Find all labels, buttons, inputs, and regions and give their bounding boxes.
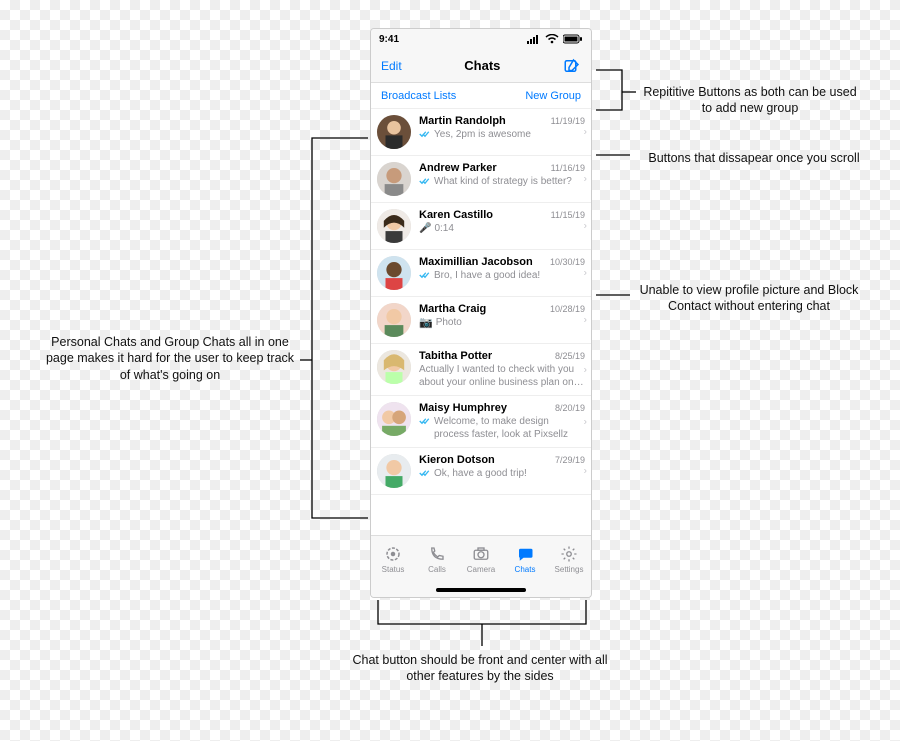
status-time: 9:41	[379, 34, 399, 45]
battery-icon	[563, 34, 583, 44]
chat-date: 8/20/19	[555, 403, 585, 413]
home-indicator[interactable]	[436, 588, 526, 592]
annotation-scroll-disappear: Buttons that dissapear once you scroll	[634, 150, 874, 166]
chat-name: Kieron Dotson	[419, 454, 495, 466]
status-indicators	[527, 34, 583, 44]
avatar[interactable]	[377, 209, 411, 243]
chat-preview: Ok, have a good trip!	[434, 468, 527, 481]
avatar[interactable]	[377, 162, 411, 196]
chevron-right-icon: ›	[584, 416, 587, 427]
tab-camera[interactable]: Camera	[459, 536, 503, 583]
chat-preview: Welcome, to make design process faster, …	[434, 416, 585, 441]
avatar[interactable]	[377, 350, 411, 384]
nav-bar: Edit Chats	[371, 49, 591, 83]
chat-date: 11/15/19	[551, 210, 585, 220]
annotation-top-repeat: Repititive Buttons as both can be used t…	[640, 84, 860, 117]
tab-settings-label: Settings	[555, 565, 584, 574]
read-receipt-icon	[419, 270, 431, 285]
phone-mock: 9:41 Edit Chats Broadcast Lists New Grou…	[370, 28, 592, 598]
tab-chats[interactable]: Chats	[503, 536, 547, 583]
chat-preview: What kind of strategy is better?	[434, 176, 572, 189]
mic-icon: 🎤	[419, 223, 431, 236]
chat-row[interactable]: Martin Randolph 11/19/19 Yes, 2pm is aweso…	[371, 109, 591, 156]
tab-chats-label: Chats	[515, 565, 536, 574]
avatar[interactable]	[377, 402, 411, 436]
chat-row[interactable]: Martha Craig 10/28/19 📷Photo ›	[371, 297, 591, 344]
chat-name: Maisy Humphrey	[419, 402, 507, 414]
tab-settings[interactable]: Settings	[547, 536, 591, 583]
chat-name: Karen Castillo	[419, 209, 493, 221]
annotation-left-mix: Personal Chats and Group Chats all in on…	[40, 334, 300, 383]
nav-title: Chats	[464, 58, 500, 73]
status-bar: 9:41	[371, 29, 591, 49]
chat-name: Maximillian Jacobson	[419, 256, 533, 268]
read-receipt-icon	[419, 468, 431, 483]
chevron-right-icon: ›	[584, 364, 587, 375]
chat-preview: Photo	[436, 317, 462, 330]
chat-date: 11/19/19	[551, 116, 585, 126]
avatar[interactable]	[377, 115, 411, 149]
tab-status[interactable]: Status	[371, 536, 415, 583]
chevron-right-icon: ›	[584, 127, 587, 138]
chevron-right-icon: ›	[584, 315, 587, 326]
chat-preview: Bro, I have a good idea!	[434, 270, 540, 283]
chevron-right-icon: ›	[584, 466, 587, 477]
chat-preview: 0:14	[434, 223, 453, 236]
wifi-icon	[545, 34, 559, 44]
chat-date: 11/16/19	[551, 163, 585, 173]
tab-status-label: Status	[382, 565, 405, 574]
chat-date: 10/28/19	[550, 304, 585, 314]
camera-icon	[472, 545, 490, 563]
chats-icon	[516, 545, 534, 563]
chat-row[interactable]: Andrew Parker 11/16/19 What kind of strate…	[371, 156, 591, 203]
chat-date: 7/29/19	[555, 455, 585, 465]
compose-button[interactable]	[563, 57, 581, 75]
annotation-profile-block: Unable to view profile picture and Block…	[634, 282, 864, 315]
chat-name: Tabitha Potter	[419, 350, 492, 362]
sub-header: Broadcast Lists New Group	[371, 83, 591, 109]
chat-row[interactable]: Kieron Dotson 7/29/19 Ok, have a good trip…	[371, 448, 591, 495]
read-receipt-icon	[419, 129, 431, 144]
annotation-bottom-center: Chat button should be front and center w…	[340, 652, 620, 685]
chat-date: 10/30/19	[550, 257, 585, 267]
chevron-right-icon: ›	[584, 174, 587, 185]
chat-row[interactable]: Karen Castillo 11/15/19 🎤0:14 ›	[371, 203, 591, 250]
camera-glyph-icon: 📷	[419, 317, 433, 331]
broadcast-lists-button[interactable]: Broadcast Lists	[381, 90, 456, 102]
chat-preview: Yes, 2pm is awesome	[434, 129, 531, 142]
avatar[interactable]	[377, 303, 411, 337]
tab-camera-label: Camera	[467, 565, 495, 574]
chat-list[interactable]: Martin Randolph 11/19/19 Yes, 2pm is aweso…	[371, 109, 591, 535]
chat-preview: Actually I wanted to check with you abou…	[419, 364, 585, 389]
chat-name: Martha Craig	[419, 303, 486, 315]
chat-name: Andrew Parker	[419, 162, 497, 174]
chat-row[interactable]: Tabitha Potter 8/25/19 Actually I wanted t…	[371, 344, 591, 396]
avatar[interactable]	[377, 454, 411, 488]
read-receipt-icon	[419, 416, 431, 431]
chat-name: Martin Randolph	[419, 115, 506, 127]
chevron-right-icon: ›	[584, 268, 587, 279]
chat-date: 8/25/19	[555, 351, 585, 361]
tab-calls[interactable]: Calls	[415, 536, 459, 583]
home-indicator-area	[371, 583, 591, 597]
avatar[interactable]	[377, 256, 411, 290]
edit-button[interactable]: Edit	[381, 59, 402, 73]
chevron-right-icon: ›	[584, 221, 587, 232]
compose-icon	[563, 57, 581, 75]
new-group-button[interactable]: New Group	[525, 90, 581, 102]
signal-icon	[527, 34, 541, 44]
tab-calls-label: Calls	[428, 565, 446, 574]
chat-row[interactable]: Maisy Humphrey 8/20/19 Welcome, to make de…	[371, 396, 591, 448]
read-receipt-icon	[419, 176, 431, 191]
tab-bar: Status Calls Camera Chats Settings	[371, 535, 591, 583]
settings-icon	[560, 545, 578, 563]
calls-icon	[428, 545, 446, 563]
chat-row[interactable]: Maximillian Jacobson 10/30/19 Bro, I have …	[371, 250, 591, 297]
status-icon	[384, 545, 402, 563]
